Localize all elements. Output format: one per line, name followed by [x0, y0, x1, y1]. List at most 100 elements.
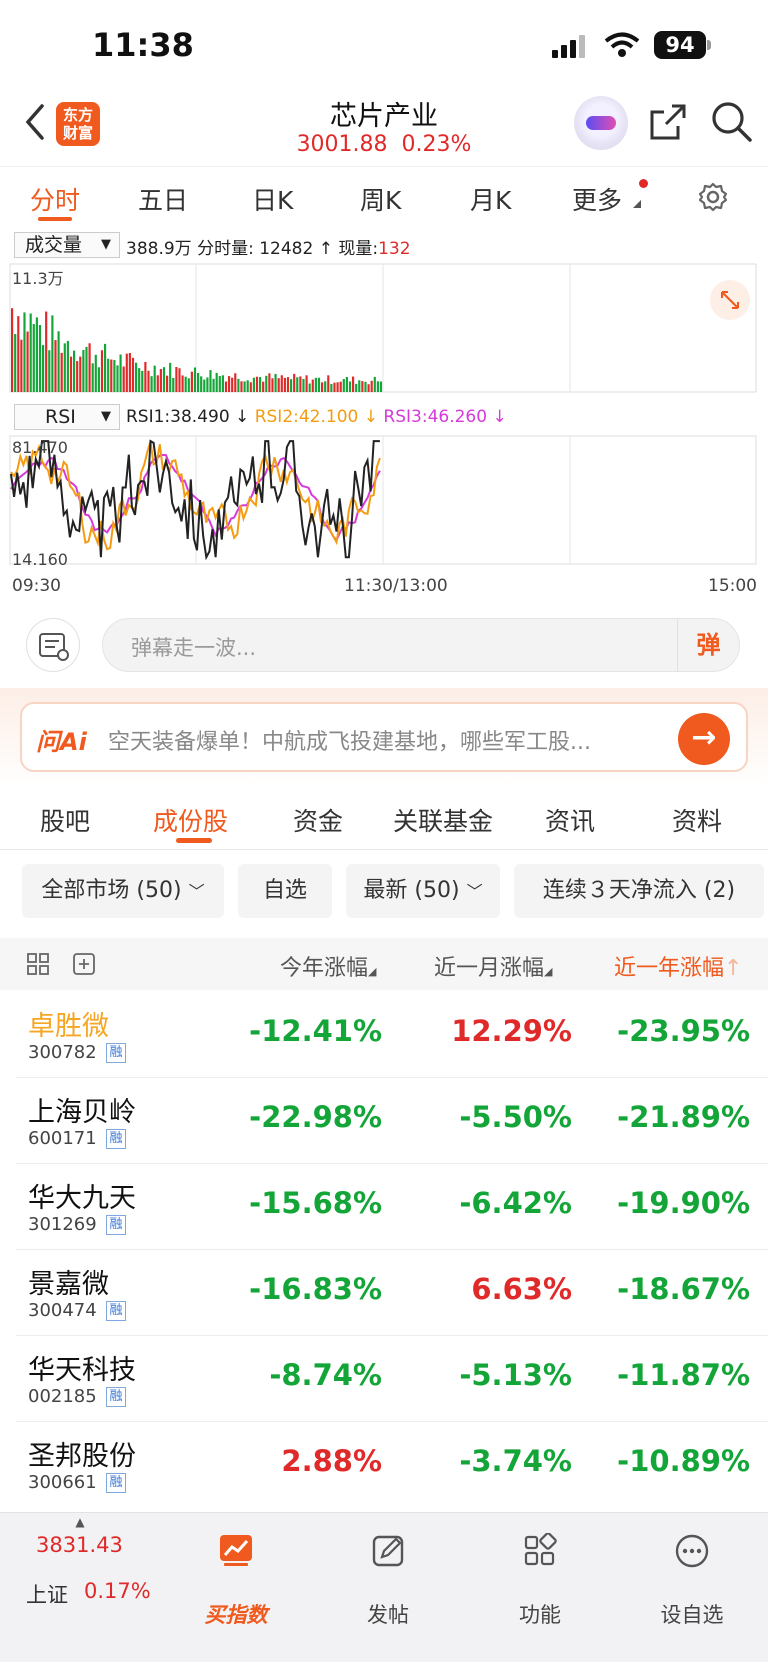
- volume-bar: [218, 376, 221, 392]
- volume-bar: [69, 356, 73, 392]
- subtab-profile[interactable]: 资料: [672, 802, 722, 838]
- arrow-right-icon: →: [691, 720, 717, 755]
- volume-bar: [131, 357, 135, 392]
- volume-bar: [240, 381, 243, 392]
- buy-index-label: 买指数: [204, 1603, 268, 1627]
- year-change: -23.95%: [617, 1014, 750, 1048]
- table-row[interactable]: 华大九天 301269 融 -15.68% -6.42% -19.90%: [16, 1164, 768, 1250]
- volume-bar: [317, 377, 321, 392]
- volume-bar: [321, 382, 324, 392]
- subtab-related-funds[interactable]: 关联基金: [393, 802, 493, 838]
- volume-bar: [342, 379, 345, 392]
- rsi1-line: [10, 439, 380, 561]
- col-1year-label: 近一年涨幅: [614, 956, 725, 981]
- ai-go-button[interactable]: →: [678, 713, 730, 765]
- filter-market-label: 全部市场 (50): [41, 878, 182, 903]
- volume-bar: [104, 343, 107, 392]
- volume-bar: [147, 370, 150, 392]
- tab-weekly-k[interactable]: 周K: [360, 181, 401, 217]
- margin-badge: 融: [106, 1215, 126, 1235]
- volume-bar: [128, 352, 131, 392]
- volume-bar: [302, 378, 305, 392]
- time-mid: 11:30/13:00: [344, 576, 448, 596]
- stock-name: 上海贝岭: [28, 1097, 136, 1128]
- assistant-avatar[interactable]: [574, 96, 628, 150]
- expand-button[interactable]: [710, 280, 750, 320]
- subtab-funds-flow[interactable]: 资金: [293, 802, 343, 838]
- ai-question-box[interactable]: 问Ai 空天装备爆单！中航成飞投建基地，哪些军工股... →: [20, 702, 748, 772]
- volume-bar: [221, 375, 224, 392]
- indicator-selector[interactable]: RSI ▼: [14, 404, 120, 430]
- more-triangle-icon: [633, 200, 641, 208]
- volume-bar: [85, 346, 88, 392]
- subtab-constituents[interactable]: 成份股: [153, 802, 228, 838]
- volume-bar: [286, 377, 290, 392]
- buy-index-icon: [220, 1535, 252, 1566]
- search-icon[interactable]: [710, 100, 754, 144]
- filter-market[interactable]: 全部市场 (50) ﹀: [22, 864, 224, 918]
- volume-bar: [348, 381, 352, 392]
- tab-5day[interactable]: 五日: [138, 181, 188, 217]
- volume-bar: [355, 383, 358, 392]
- subtab-news[interactable]: 资讯: [545, 802, 595, 838]
- period-tabs: 分时 五日 日K 周K 月K 更多: [0, 166, 768, 228]
- add-icon[interactable]: [72, 952, 96, 976]
- danmu-settings-button[interactable]: [26, 618, 80, 672]
- share-icon[interactable]: [648, 102, 688, 142]
- settings-icon[interactable]: [697, 181, 729, 213]
- volume-bar: [237, 378, 240, 392]
- table-row[interactable]: 圣邦股份 300661 融 2.88% -3.74% -10.89%: [16, 1422, 768, 1508]
- expand-icon: [721, 291, 739, 309]
- volume-bar: [364, 381, 367, 392]
- year-change: -18.67%: [617, 1272, 750, 1306]
- filter-watchlist[interactable]: 自选: [238, 864, 332, 918]
- stock-code: 301269: [28, 1214, 97, 1235]
- danmu-input[interactable]: 弹幕走一波... 弹: [102, 618, 740, 672]
- rsi-ymin: 14.160: [12, 550, 68, 569]
- volume-bar: [187, 378, 190, 392]
- volume-bar: [35, 317, 38, 392]
- status-time: 11:38: [92, 26, 194, 64]
- volume-bar: [262, 381, 265, 392]
- table-row[interactable]: 卓胜微 300782 融 -12.41% 12.29% -23.95%: [16, 992, 768, 1078]
- volume-bar: [373, 376, 376, 392]
- ytd-change: -8.74%: [269, 1358, 382, 1392]
- index-name[interactable]: 上证: [26, 1579, 68, 1609]
- table-row[interactable]: 华天科技 002185 融 -8.74% -5.13% -11.87%: [16, 1336, 768, 1422]
- tab-monthly-k[interactable]: 月K: [470, 181, 511, 217]
- tab-more[interactable]: 更多: [572, 181, 622, 217]
- ai-prompt-text: 空天装备爆单！中航成飞投建基地，哪些军工股...: [108, 730, 591, 755]
- rsi-ymax: 81.470: [12, 438, 68, 457]
- volume-bar: [305, 375, 308, 392]
- table-row[interactable]: 上海贝岭 600171 融 -22.98% -5.50% -21.89%: [16, 1078, 768, 1164]
- volume-bar: [268, 373, 271, 392]
- volume-bar: [274, 373, 277, 392]
- volume-bar: [231, 377, 234, 392]
- volume-bar: [122, 366, 125, 392]
- price-change: 0.23%: [401, 132, 472, 157]
- filter-latest[interactable]: 最新 (50) ﹀: [346, 864, 500, 918]
- tab-daily-k[interactable]: 日K: [252, 181, 293, 217]
- volume-bar: [29, 313, 32, 392]
- volume-bar: [314, 377, 317, 392]
- table-row[interactable]: 景嘉微 300474 融 -16.83% 6.63% -18.67%: [16, 1250, 768, 1336]
- tab-fenshi[interactable]: 分时: [30, 181, 80, 217]
- volume-bar: [156, 375, 159, 392]
- subtab-guba[interactable]: 股吧: [40, 802, 90, 838]
- ytd-change: -22.98%: [249, 1100, 382, 1134]
- volume-bars: [11, 308, 383, 392]
- volume-bar: [20, 339, 23, 392]
- volume-bar: [367, 384, 370, 392]
- dropdown-icon: ▼: [101, 409, 111, 424]
- volume-bar: [17, 316, 20, 392]
- danmu-send-button[interactable]: 弹: [677, 619, 739, 671]
- volume-bar: [352, 376, 355, 392]
- volume-bar: [184, 376, 187, 392]
- col-ytd[interactable]: 今年涨幅◢: [280, 950, 376, 982]
- volume-bar: [308, 383, 311, 392]
- index-value[interactable]: 3831.43: [36, 1533, 123, 1557]
- grid-view-icon[interactable]: [26, 952, 50, 976]
- filter-inflow[interactable]: 连续３天净流入 (2): [514, 864, 764, 918]
- col-1month[interactable]: 近一月涨幅◢: [434, 950, 552, 982]
- col-1year[interactable]: 近一年涨幅↑: [614, 950, 742, 982]
